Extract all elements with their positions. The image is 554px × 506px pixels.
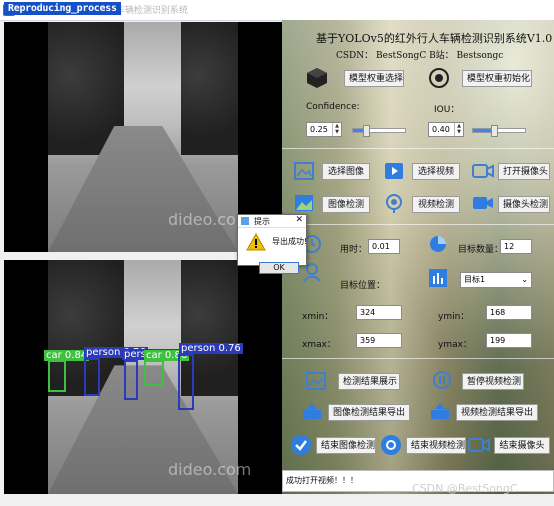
end-camera-button[interactable]: 结束摄像头 <box>494 437 550 454</box>
thermal-frame-detected: dideo.com <box>48 260 251 494</box>
dialog-title: 提示 <box>254 217 270 226</box>
detection-box <box>84 358 100 396</box>
model-init-button[interactable]: 模型权重初始化 <box>462 70 532 87</box>
warning-icon <box>246 233 266 251</box>
pause-icon <box>433 371 451 389</box>
show-results-button[interactable]: 检测结果展示 <box>338 373 400 390</box>
time-field: 0.01 <box>368 239 400 254</box>
divider <box>282 358 554 359</box>
export-video-results-button[interactable]: 视频检测结果导出 <box>456 404 538 421</box>
export-icon <box>431 403 449 419</box>
spin-arrows-icon[interactable]: ▲ ▼ <box>454 123 463 136</box>
detection-label: person 0.76 <box>179 343 243 354</box>
export-icon <box>303 403 321 419</box>
bar-chart-icon <box>429 269 447 287</box>
results-image-icon <box>306 372 326 390</box>
target-icon <box>429 68 449 88</box>
iou-value: 0.40 <box>432 125 450 134</box>
ymin-label: ymin： <box>438 312 470 322</box>
panel-title: 基于YOLOv5的红外行人车辆检测识别系统V1.0 <box>316 32 553 45</box>
panel-background <box>282 20 554 494</box>
check-circle-icon <box>291 435 311 455</box>
ymax-field: 199 <box>486 333 532 348</box>
target-select-value: 目标1 <box>464 275 486 284</box>
divider <box>282 148 554 149</box>
dialog-app-icon <box>241 217 249 225</box>
model-select-button[interactable]: 模型权重选择 <box>344 70 404 87</box>
detection-video-view: dideo.com car 0.84 person 0.76 person 0.… <box>4 260 282 494</box>
target-count-field: 12 <box>500 239 532 254</box>
status-text: 成功打开视频！！！ <box>286 476 358 485</box>
video-watermark: dideo.com <box>168 460 252 479</box>
camera-icon <box>472 164 494 178</box>
image-detect-button[interactable]: 图像检测 <box>322 196 370 213</box>
target-position-label: 目标位置： <box>340 281 386 291</box>
stop-circle-icon <box>381 435 401 455</box>
pause-video-button[interactable]: 暂停视频检测 <box>462 373 524 390</box>
panel-subtitle: CSDN： BestSongC B站： Bestsongc <box>336 51 504 61</box>
xmin-label: xmin： <box>302 312 334 322</box>
iou-slider-handle[interactable] <box>490 125 498 137</box>
ymax-label: ymax： <box>438 340 472 350</box>
select-video-button[interactable]: 选择视频 <box>412 163 460 180</box>
detection-label: car 0.84 <box>44 350 90 361</box>
webcam-icon <box>386 194 402 213</box>
divider <box>282 224 554 225</box>
export-image-results-button[interactable]: 图像检测结果导出 <box>328 404 410 421</box>
detection-box <box>48 360 66 392</box>
camera-detect-button[interactable]: 摄像头检测 <box>498 196 550 213</box>
thermal-frame-original: dideo.com <box>48 22 251 252</box>
detection-box <box>124 360 138 400</box>
target-count-label: 目标数量： <box>458 245 504 255</box>
dialog-titlebar: 提示 ✕ <box>238 215 306 228</box>
open-camera-button[interactable]: 打开摄像头 <box>498 163 550 180</box>
end-image-detect-button[interactable]: 结束图像检测 <box>316 437 376 454</box>
confidence-value: 0.25 <box>310 125 328 134</box>
detection-box <box>178 354 194 410</box>
confidence-slider[interactable] <box>352 125 406 137</box>
ok-button[interactable]: OK <box>259 262 299 274</box>
xmax-field: 359 <box>356 333 402 348</box>
pie-chart-icon <box>430 236 446 252</box>
camera-off-icon <box>468 438 490 452</box>
video-file-icon <box>385 163 403 179</box>
end-video-detect-button[interactable]: 结束视频检测 <box>406 437 466 454</box>
ymin-field: 168 <box>486 305 532 320</box>
cube-icon <box>307 68 327 88</box>
select-image-button[interactable]: 选择图像 <box>322 163 370 180</box>
time-label: 用时： <box>340 245 368 255</box>
image-icon <box>294 162 314 180</box>
chevron-down-icon: ⌄ <box>521 275 528 284</box>
confidence-label: Confidence: <box>306 102 360 112</box>
close-icon[interactable]: ✕ <box>295 215 303 225</box>
landscape-icon <box>295 195 313 211</box>
xmax-label: xmax： <box>302 340 336 350</box>
detection-box <box>144 360 164 386</box>
confidence-slider-handle[interactable] <box>363 125 370 137</box>
video-detect-button[interactable]: 视频检测 <box>412 196 460 213</box>
recording-badge: Reproducing_process <box>4 2 121 15</box>
iou-spinbox[interactable]: 0.40 ▲ ▼ <box>428 122 464 137</box>
tree-line-right <box>181 22 238 156</box>
control-panel: 基于YOLOv5的红外行人车辆检测识别系统V1.0 CSDN： BestSong… <box>282 20 554 494</box>
dialog-message: 导出成功! <box>272 237 308 246</box>
xmin-field: 324 <box>356 305 402 320</box>
video-camera-icon <box>473 197 493 209</box>
confidence-spinbox[interactable]: 0.25 ▲ ▼ <box>306 122 342 137</box>
target-select[interactable]: 目标1 ⌄ <box>460 272 532 288</box>
csdn-watermark: CSDN @BestSongC <box>412 482 518 495</box>
window-titlebar: 基于YOLOv5的红外行人车辆检测识别系统 Reproducing_proces… <box>0 0 554 21</box>
spin-arrows-icon[interactable]: ▲ ▼ <box>332 123 341 136</box>
iou-slider[interactable] <box>472 125 526 137</box>
iou-label: IOU： <box>434 105 460 115</box>
message-dialog: 提示 ✕ 导出成功! <box>237 214 307 266</box>
